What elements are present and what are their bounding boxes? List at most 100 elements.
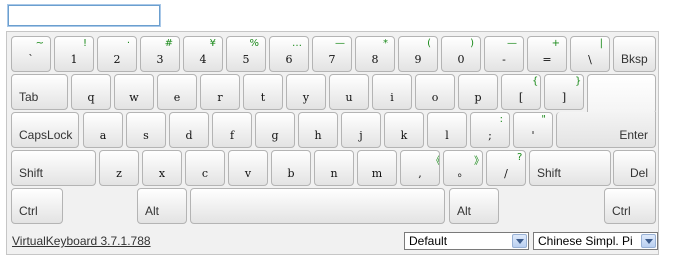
key-label: m: [371, 167, 383, 180]
enter-key-lower[interactable]: Enter: [556, 112, 656, 148]
key-1[interactable]: ! 1: [54, 36, 94, 72]
key-9[interactable]: (9: [398, 36, 438, 72]
key-d[interactable]: d: [169, 112, 209, 148]
key-3[interactable]: #3: [140, 36, 180, 72]
key-h[interactable]: h: [298, 112, 338, 148]
key-3[interactable]: v: [228, 150, 268, 186]
key-6[interactable]: … 6: [269, 36, 309, 72]
key-5[interactable]: % 5: [226, 36, 266, 72]
layout-select-value: Default: [409, 234, 448, 248]
key-8[interactable]: 》。: [443, 150, 483, 186]
key-2[interactable]: · 2: [97, 36, 137, 72]
key-r[interactable]: r: [200, 74, 240, 110]
key-label: l: [445, 129, 449, 142]
key-0[interactable]: z: [99, 150, 139, 186]
key-13[interactable]: | \: [570, 36, 610, 72]
ctrl-left-key[interactable]: Ctrl: [11, 188, 63, 224]
chevron-down-icon[interactable]: [641, 234, 656, 248]
backspace-key[interactable]: Bksp: [613, 36, 656, 72]
key-e[interactable]: e: [157, 74, 197, 110]
key-label: h: [314, 129, 322, 142]
key-shift-label: :: [499, 114, 503, 125]
key-0[interactable]: ~ `: [11, 36, 51, 72]
key-f[interactable]: f: [212, 112, 252, 148]
key-label: Shift: [537, 166, 562, 180]
key-6[interactable]: m: [357, 150, 397, 186]
key-7[interactable]: —7: [312, 36, 352, 72]
language-select[interactable]: Chinese Simpl. Pi: [533, 232, 658, 250]
key-label: Tab: [19, 90, 39, 104]
key-5[interactable]: n: [314, 150, 354, 186]
key-label: p: [474, 91, 482, 104]
key-label: 4: [199, 53, 207, 66]
key-label: t: [260, 91, 266, 104]
key-s[interactable]: s: [126, 112, 166, 148]
key-w[interactable]: w: [114, 74, 154, 110]
capslock-key[interactable]: CapsLock: [11, 112, 79, 148]
key-label: i: [390, 91, 394, 104]
key-shift-label: —: [335, 38, 345, 49]
key-label: 1: [70, 53, 78, 66]
key-i[interactable]: i: [372, 74, 412, 110]
space-key[interactable]: [190, 188, 445, 224]
key-shift-label: }: [575, 76, 582, 87]
key-label: f: [229, 129, 235, 142]
key-label: s: [143, 129, 149, 142]
key-j[interactable]: j: [341, 112, 381, 148]
delete-key[interactable]: Del: [613, 150, 656, 186]
key-q[interactable]: q: [71, 74, 111, 110]
key-quote[interactable]: " ': [513, 112, 553, 148]
layout-select[interactable]: Default: [404, 232, 529, 250]
key-shift-label: ": [541, 114, 546, 125]
key-2[interactable]: c: [185, 150, 225, 186]
key-12[interactable]: + =: [527, 36, 567, 72]
key-label: 0: [457, 53, 465, 66]
key-shift-label: |: [599, 38, 603, 49]
key-o[interactable]: o: [415, 74, 455, 110]
key-label: 9: [414, 53, 422, 66]
key-7[interactable]: 《,: [400, 150, 440, 186]
key-k[interactable]: k: [384, 112, 424, 148]
key-t[interactable]: t: [243, 74, 283, 110]
key-11[interactable]: — -: [484, 36, 524, 72]
key-label: 7: [328, 53, 336, 66]
key-label: e: [173, 91, 181, 104]
tab-key[interactable]: Tab: [11, 74, 68, 110]
key-4[interactable]: b: [271, 150, 311, 186]
key-9[interactable]: ? /: [486, 150, 526, 186]
key-label: n: [330, 167, 338, 180]
key-[[interactable]: {[: [501, 74, 541, 110]
version-link[interactable]: VirtualKeyboard 3.7.1.788: [12, 234, 151, 248]
key-label: \: [588, 53, 592, 66]
alt-left-key[interactable]: Alt: [137, 188, 187, 224]
key-label: x: [158, 167, 166, 180]
ctrl-right-key[interactable]: Ctrl: [604, 188, 656, 224]
key-u[interactable]: u: [329, 74, 369, 110]
key-8[interactable]: * 8: [355, 36, 395, 72]
key-l[interactable]: l: [427, 112, 467, 148]
key-label: Enter: [619, 128, 648, 142]
key-p[interactable]: p: [458, 74, 498, 110]
key-y[interactable]: y: [286, 74, 326, 110]
shift-right-key[interactable]: Shift: [529, 150, 611, 186]
chevron-down-icon[interactable]: [512, 234, 527, 248]
key-10[interactable]: ) 0: [441, 36, 481, 72]
key-g[interactable]: g: [255, 112, 295, 148]
key-label: ]: [561, 91, 567, 104]
key-label: q: [87, 91, 95, 104]
key-1[interactable]: x: [142, 150, 182, 186]
key-label: o: [431, 91, 439, 104]
key-a[interactable]: a: [83, 112, 123, 148]
enter-key[interactable]: Enter: [587, 74, 656, 114]
key-4[interactable]: ¥4: [183, 36, 223, 72]
key-label: Shift: [19, 166, 44, 180]
key-label: u: [345, 91, 353, 104]
alt-right-key[interactable]: Alt: [449, 188, 499, 224]
key-semicolon[interactable]: :;: [470, 112, 510, 148]
virtual-keyboard: ~ `! 1 · 2 #3 ¥4% 5… 6—7 * 8(9) 0— - + = | \ Bksp Tab q w e r t…: [6, 31, 659, 255]
key-label: r: [217, 91, 223, 104]
key-][interactable]: }]: [544, 74, 584, 110]
shift-left-key[interactable]: Shift: [11, 150, 96, 186]
text-input[interactable]: [8, 5, 160, 26]
key-label: `: [28, 53, 34, 66]
